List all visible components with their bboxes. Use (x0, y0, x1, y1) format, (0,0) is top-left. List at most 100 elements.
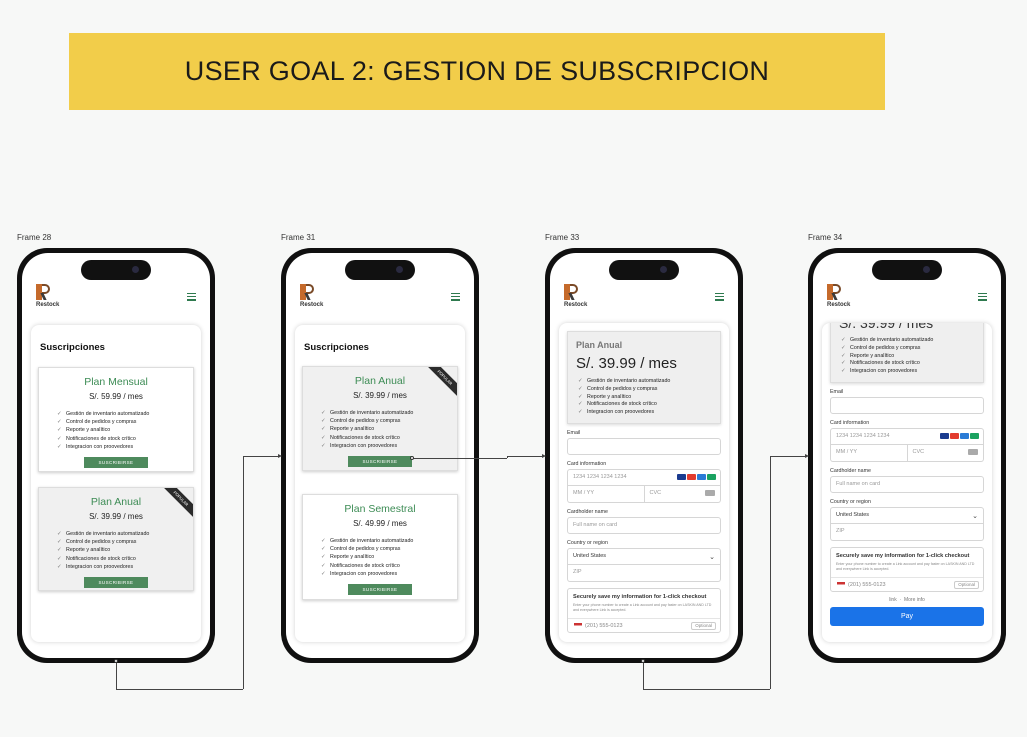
checkout-card: Plan Anual S/. 39.99 / mes Gestión de in… (559, 323, 729, 642)
plan-price: S/. 39.99 / mes (89, 512, 143, 521)
hamburger-menu-icon[interactable] (715, 293, 724, 303)
save-description: Enter your phone number to create a Link… (836, 561, 975, 571)
feature-list: Gestión de inventario automatizado Contr… (321, 537, 457, 578)
zip-field[interactable]: ZIP (567, 564, 721, 582)
feature-item: Reporte y analítico (321, 425, 457, 433)
flow-connector (116, 689, 243, 690)
plan-summary-partial: S/. 39.99 / mes Gestión de inventario au… (830, 323, 984, 383)
summary-plan-name: Plan Anual (576, 340, 623, 350)
chevron-down-icon: ⌄ (972, 512, 978, 520)
plan-card-anual: POPULAR Plan Anual S/. 39.99 / mes Gesti… (38, 487, 194, 591)
expiry-field[interactable]: MM / YY (567, 485, 645, 503)
country-value: United States (836, 511, 870, 518)
subscribe-button[interactable]: SUSCRIBIRSE (348, 584, 412, 596)
connector-dot (641, 659, 645, 663)
feature-item: Gestión de inventario automatizado (841, 337, 975, 345)
subscribe-button[interactable]: SUSCRIBIRSE (84, 577, 148, 589)
frame-label-34: Frame 34 (808, 233, 843, 242)
feature-item: Integracion con proovedores (321, 442, 457, 450)
feature-item: Gestión de inventario automatizado (57, 530, 193, 538)
feature-item: Reporte y analítico (841, 353, 975, 361)
phone-frame-28: Restock Suscripciones Plan Mensual S/. 5… (17, 248, 215, 663)
card-number-placeholder: 1234 1234 1234 1234 (836, 432, 890, 439)
flow-connector (770, 456, 771, 689)
flow-connector (643, 662, 644, 689)
feature-item: Notificaciones de stock crítico (321, 562, 457, 570)
subscriptions-card: Suscripciones POPULAR Plan Anual S/. 39.… (295, 325, 465, 642)
country-select[interactable]: United States ⌄ (567, 547, 721, 565)
flow-connector (413, 458, 507, 459)
hamburger-menu-icon[interactable] (978, 293, 987, 303)
feature-item: Control de pedidos y compras (321, 545, 457, 553)
email-field[interactable] (567, 437, 721, 455)
hamburger-menu-icon[interactable] (451, 293, 460, 303)
expiry-cvc-row: MM / YY CVC (830, 444, 984, 462)
feature-item: Control de pedidos y compras (321, 417, 457, 425)
plan-price: S/. 49.99 / mes (353, 519, 407, 528)
restock-logo[interactable]: Restock (827, 284, 857, 308)
frame-label-31: Frame 31 (281, 233, 316, 242)
feature-item: Gestión de inventario automatizado (321, 537, 457, 545)
card-number-field[interactable]: 1234 1234 1234 1234 (567, 468, 721, 486)
country-label: Country or region (567, 539, 608, 546)
logo-text: Restock (827, 302, 851, 308)
subscribe-button[interactable]: SUSCRIBIRSE (348, 456, 412, 468)
flow-connector (643, 689, 770, 690)
cardholder-field[interactable]: Full name on card (830, 475, 984, 493)
feature-item: Reporte y analítico (57, 546, 193, 554)
flow-connector (770, 456, 806, 457)
feature-item: Gestión de inventario automatizado (57, 410, 193, 418)
logo-text: Restock (564, 302, 588, 308)
goal-banner: USER GOAL 2: GESTION DE SUBSCRIPCION (69, 33, 885, 110)
card-number-field[interactable]: 1234 1234 1234 1234 (830, 427, 984, 445)
restock-logo[interactable]: Restock (36, 284, 66, 308)
zip-field[interactable]: ZIP (830, 523, 984, 541)
hamburger-menu-icon[interactable] (187, 293, 196, 303)
cvc-field[interactable]: CVC (644, 485, 721, 503)
plan-summary: Plan Anual S/. 39.99 / mes Gestión de in… (567, 331, 721, 424)
feature-list: Gestión de inventario automatizado Contr… (57, 530, 193, 571)
restock-logo[interactable]: Restock (300, 284, 330, 308)
email-field[interactable] (830, 396, 984, 414)
save-title: Securely save my information for 1-click… (573, 593, 707, 600)
subscriptions-card: Suscripciones Plan Mensual S/. 59.99 / m… (31, 325, 201, 642)
phone-field[interactable]: (201) 555-0123 Optional (831, 576, 983, 591)
screen: Restock Plan Anual S/. 39.99 / mes Gesti… (550, 253, 738, 658)
feature-item: Reporte y analítico (578, 394, 712, 402)
cvc-placeholder: CVC (912, 448, 925, 455)
feature-item: Control de pedidos y compras (841, 345, 975, 353)
subscribe-button[interactable]: SUSCRIBIRSE (84, 457, 148, 469)
screen: Restock Suscripciones POPULAR Plan Anual… (286, 253, 474, 658)
link-text[interactable]: link (889, 597, 897, 603)
more-info-link[interactable]: More info (904, 597, 925, 603)
link-footer: link · More info (889, 596, 925, 603)
phone-field[interactable]: (201) 555-0123 Optional (568, 617, 720, 632)
notch (81, 260, 151, 280)
plan-card-mensual: Plan Mensual S/. 59.99 / mes Gestión de … (38, 367, 194, 472)
pay-button[interactable]: Pay (830, 606, 984, 626)
cvc-field[interactable]: CVC (907, 444, 984, 462)
card-brands-icon (940, 432, 979, 439)
flow-connector (243, 456, 244, 689)
feature-item: Integracion con proovedores (841, 368, 975, 376)
subscriptions-heading: Suscripciones (40, 342, 105, 353)
restock-logo[interactable]: Restock (564, 284, 594, 308)
feature-item: Gestión de inventario automatizado (321, 409, 457, 417)
plan-name: Plan Anual (354, 375, 406, 387)
cardholder-field[interactable]: Full name on card (567, 516, 721, 534)
optional-tag: Optional (954, 580, 979, 589)
flow-connector (116, 662, 117, 689)
feature-list: Gestión de inventario automatizado Contr… (321, 409, 457, 450)
checkout-card-scrolled: S/. 39.99 / mes Gestión de inventario au… (822, 323, 992, 642)
expiry-field[interactable]: MM / YY (830, 444, 908, 462)
logo-text: Restock (300, 302, 324, 308)
phone-frame-31: Restock Suscripciones POPULAR Plan Anual… (281, 248, 479, 663)
screen: Restock Suscripciones Plan Mensual S/. 5… (22, 253, 210, 658)
feature-list: Gestión de inventario automatizado Contr… (841, 337, 975, 376)
card-brands-icon (677, 473, 716, 480)
feature-item: Notificaciones de stock crítico (57, 435, 193, 443)
flow-connector (243, 456, 279, 457)
checkout-form: Plan Anual S/. 39.99 / mes Gestión de in… (567, 331, 721, 633)
country-select[interactable]: United States ⌄ (830, 506, 984, 524)
country-label: Country or region (830, 498, 871, 505)
